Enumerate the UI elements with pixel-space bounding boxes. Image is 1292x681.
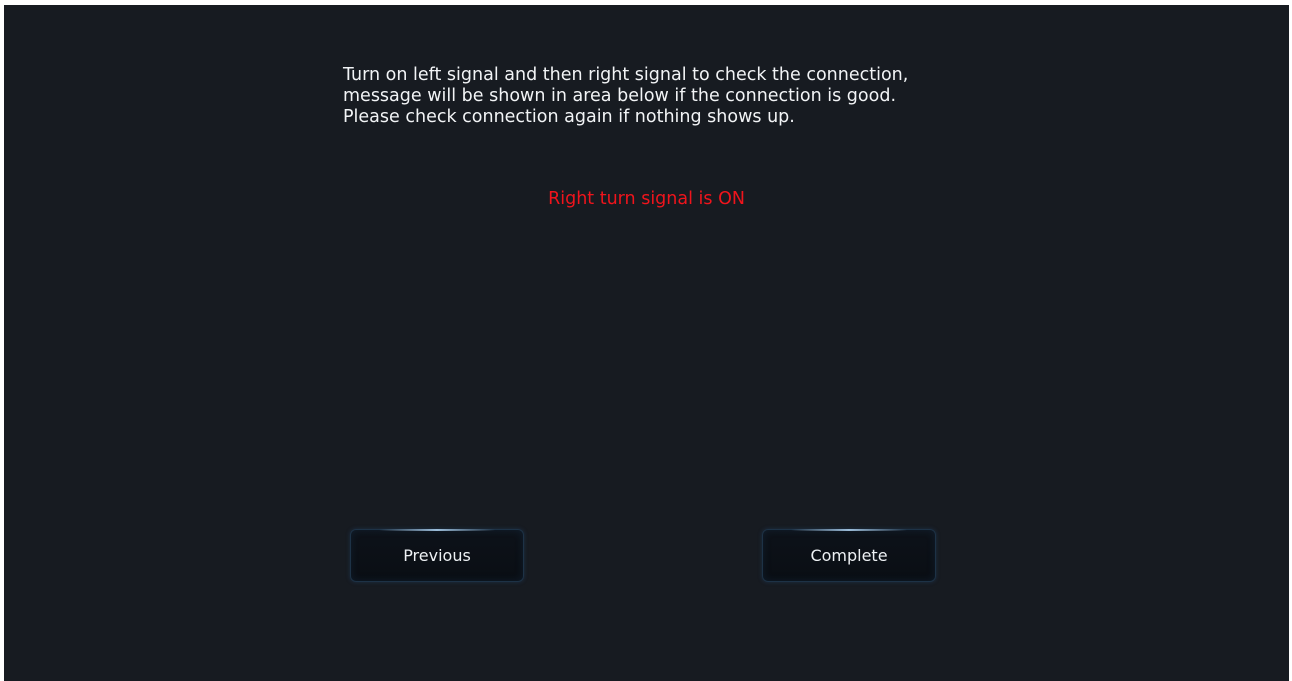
- previous-button-label: Previous: [403, 546, 471, 565]
- instructions-text: Turn on left signal and then right signa…: [343, 65, 909, 127]
- signal-check-screen: Turn on left signal and then right signa…: [4, 5, 1289, 681]
- signal-status-message: Right turn signal is ON: [548, 189, 745, 209]
- complete-button-label: Complete: [810, 546, 888, 565]
- previous-button[interactable]: Previous: [350, 529, 524, 582]
- complete-button[interactable]: Complete: [762, 529, 936, 582]
